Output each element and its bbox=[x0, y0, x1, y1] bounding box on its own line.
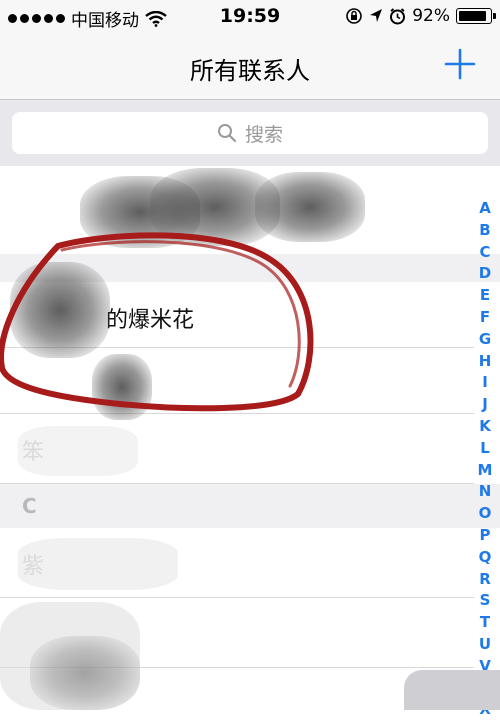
index-letter-r[interactable]: R bbox=[479, 569, 491, 591]
alphabet-index[interactable]: ABCDEFGHIJKLMNOPQRSTUVWX bbox=[474, 198, 496, 721]
index-letter-m[interactable]: M bbox=[478, 460, 493, 482]
index-letter-d[interactable]: D bbox=[479, 263, 491, 285]
assistive-touch-button[interactable] bbox=[404, 670, 500, 710]
search-placeholder: 搜索 bbox=[244, 123, 283, 146]
page-title: 所有联系人 bbox=[190, 57, 310, 85]
redaction-wash bbox=[0, 166, 80, 226]
add-contact-button[interactable] bbox=[442, 46, 478, 82]
index-letter-e[interactable]: E bbox=[480, 285, 490, 307]
redaction-scribble bbox=[30, 636, 140, 710]
section-header-c: C bbox=[0, 484, 500, 528]
plus-icon bbox=[444, 48, 476, 80]
index-letter-u[interactable]: U bbox=[479, 634, 491, 656]
redaction-wash bbox=[18, 426, 138, 476]
section-letter: C bbox=[22, 494, 37, 518]
magnifier-icon bbox=[217, 124, 237, 143]
index-letter-t[interactable]: T bbox=[480, 612, 490, 634]
index-letter-a[interactable]: A bbox=[479, 198, 491, 220]
index-letter-g[interactable]: G bbox=[479, 329, 491, 351]
index-letter-i[interactable]: I bbox=[482, 372, 488, 394]
index-letter-s[interactable]: S bbox=[480, 590, 491, 612]
battery-icon bbox=[456, 8, 496, 24]
index-letter-n[interactable]: N bbox=[479, 481, 492, 503]
index-letter-c[interactable]: C bbox=[479, 242, 490, 264]
index-letter-p[interactable]: P bbox=[480, 525, 491, 547]
battery-level-fill bbox=[459, 11, 486, 21]
index-letter-f[interactable]: F bbox=[480, 307, 490, 329]
index-letter-b[interactable]: B bbox=[479, 220, 490, 242]
search-input[interactable]: 搜索 bbox=[12, 112, 488, 154]
battery-percent: 92% bbox=[412, 6, 450, 26]
index-letter-q[interactable]: Q bbox=[479, 547, 492, 569]
location-icon bbox=[370, 9, 383, 22]
index-letter-j[interactable]: J bbox=[482, 394, 488, 416]
alarm-icon bbox=[390, 7, 406, 24]
index-letter-o[interactable]: O bbox=[479, 503, 492, 525]
orientation-lock-icon bbox=[346, 8, 363, 24]
index-letter-l[interactable]: L bbox=[480, 438, 490, 460]
annotation-circle bbox=[0, 232, 314, 412]
search-area: 搜索 bbox=[0, 100, 500, 166]
index-letter-h[interactable]: H bbox=[479, 351, 492, 373]
status-right: 92% bbox=[345, 6, 496, 26]
redaction-wash bbox=[18, 538, 178, 590]
status-bar: 中国移动 19:59 92% bbox=[0, 0, 500, 34]
navigation-bar: 所有联系人 bbox=[0, 34, 500, 100]
index-letter-k[interactable]: K bbox=[479, 416, 491, 438]
